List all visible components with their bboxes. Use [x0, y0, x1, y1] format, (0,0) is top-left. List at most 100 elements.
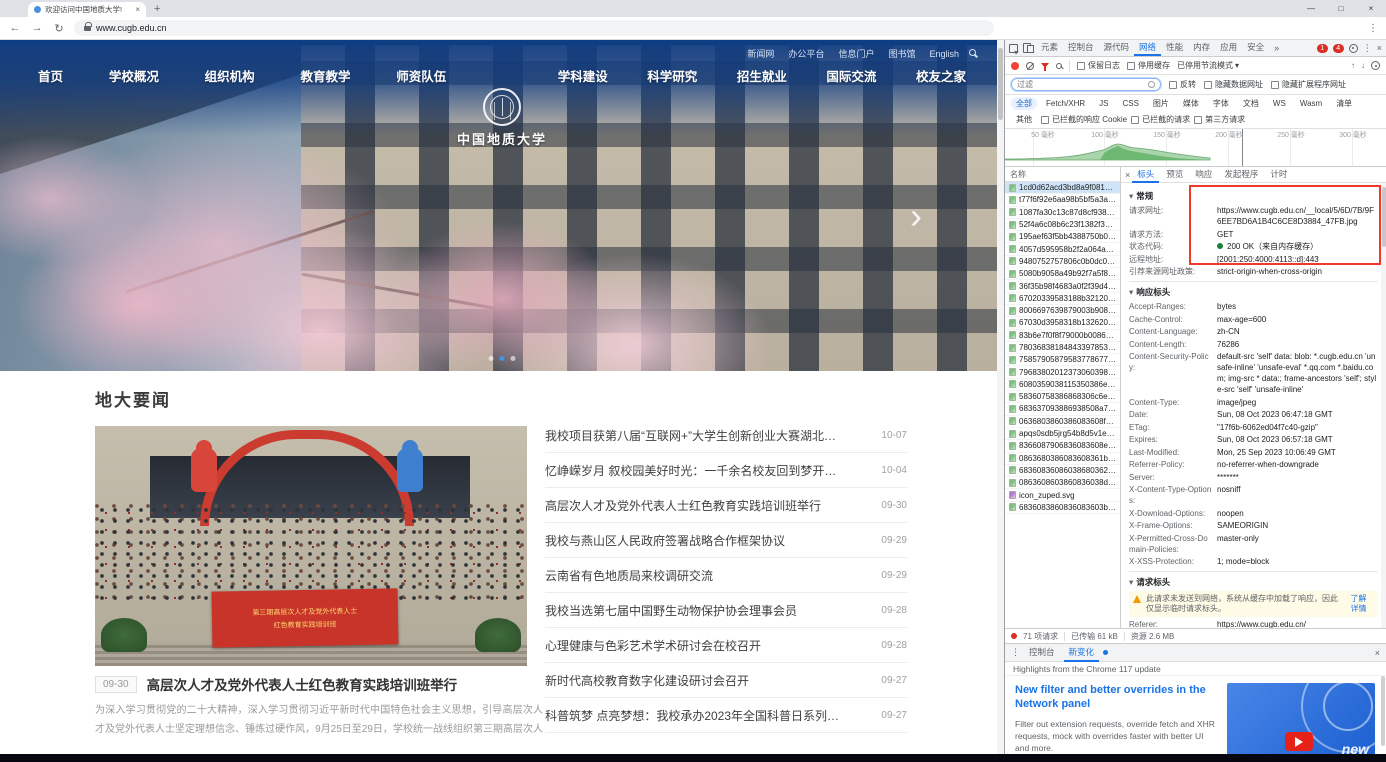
request-row[interactable]: 8366087906836083608e3d2c5a1b7f.jpg — [1005, 440, 1120, 452]
back-button[interactable]: ← — [8, 22, 22, 34]
devtools-tab[interactable]: 安全 — [1242, 40, 1269, 56]
device-toolbar-icon[interactable] — [1023, 43, 1031, 53]
request-row[interactable]: 1087fa30c13c87d8cf9387b8f79a4e.jpg — [1005, 207, 1120, 219]
request-row[interactable]: 4057d595958b2f2a064a2571ab0e36.png — [1005, 243, 1120, 255]
detail-tab[interactable]: 发起程序 — [1219, 167, 1263, 183]
request-headers-section-header[interactable]: ▾请求标头 — [1129, 576, 1378, 588]
type-filter-chip[interactable]: 其他 — [1011, 113, 1037, 126]
type-filter-chip[interactable]: 图片 — [1148, 97, 1174, 110]
blocked-filter-checkbox[interactable]: 第三方请求 — [1194, 114, 1245, 125]
devtools-tab[interactable]: 控制台 — [1063, 40, 1099, 56]
detail-scrollbar-thumb[interactable] — [1382, 187, 1386, 247]
devtools-tab[interactable]: 元素 — [1036, 40, 1063, 56]
browser-menu-icon[interactable]: ⋮ — [1368, 23, 1378, 34]
nav-item[interactable]: 校友之家 — [916, 66, 966, 85]
featured-news-title[interactable]: 高层次人才及党外代表人士红色教育实践培训班举行 — [147, 674, 458, 694]
address-bar[interactable]: www.cugb.edu.cn — [74, 20, 994, 36]
carousel-next-arrow[interactable]: › — [910, 198, 922, 234]
minimize-button[interactable]: — — [1296, 0, 1326, 17]
record-icon[interactable] — [1011, 62, 1019, 70]
page-scrollbar[interactable] — [997, 40, 1004, 754]
response-headers-section-header[interactable]: ▾响应标头 — [1129, 286, 1378, 298]
news-list-item[interactable]: 心理健康与色彩艺术学术研讨会在校召开 09-28 — [545, 628, 907, 663]
maximize-button[interactable]: □ — [1326, 0, 1356, 17]
carousel-dot-active[interactable] — [500, 356, 505, 361]
news-title[interactable]: 我校项目获第八届“互联网+”大学生创新创业大赛湖北区域赛一等奖 — [545, 427, 845, 444]
request-row[interactable]: t77f6f92e6aa98b5bf5a3a57b60e24c1.jpg — [1005, 194, 1120, 206]
news-list-item[interactable]: 忆峥嵘岁月 叙校园美好时光：一千余名校友回到梦开始的地方 10-04 — [545, 453, 907, 488]
browser-tab[interactable]: 欢迎访问中国地质大学! × — [28, 2, 146, 17]
inspect-element-icon[interactable] — [1009, 44, 1018, 53]
detail-close-icon[interactable]: × — [1125, 170, 1130, 180]
error-badge[interactable]: 1 — [1317, 44, 1328, 53]
news-list-item[interactable]: 科普筑梦 点亮梦想：我校承办2023年全国科普日系列活动 09-27 — [545, 698, 907, 733]
devtools-tab[interactable]: 源代码 — [1099, 40, 1135, 56]
devtools-close-icon[interactable]: × — [1377, 43, 1382, 53]
nav-item[interactable]: 师资队伍 — [396, 66, 446, 85]
hide-extension-urls-checkbox[interactable]: 隐藏扩展程序网址 — [1271, 79, 1346, 90]
nav-item[interactable]: 学科建设 — [558, 66, 608, 85]
news-title[interactable]: 我校当选第七届中国野生动物保护协会理事会员 — [545, 602, 797, 619]
news-title[interactable]: 高层次人才及党外代表人士红色教育实践培训班举行 — [545, 497, 821, 514]
hide-data-urls-checkbox[interactable]: 隐藏数据网址 — [1204, 79, 1263, 90]
request-row[interactable]: 67020339583188b32120725b8e4f9a.jpg — [1005, 293, 1120, 305]
network-settings-icon[interactable] — [1371, 61, 1380, 70]
nav-item[interactable]: 国际交流 — [826, 66, 876, 85]
detail-tab[interactable]: 预览 — [1161, 167, 1188, 183]
type-filter-chip[interactable]: 清单 — [1331, 97, 1357, 110]
search-icon[interactable] — [969, 49, 976, 56]
clear-icon[interactable] — [1026, 62, 1034, 70]
utility-link[interactable]: 办公平台 — [788, 47, 824, 60]
filter-input-box[interactable] — [1011, 78, 1161, 91]
drawer-scrollbar-thumb[interactable] — [1381, 676, 1385, 746]
filter-funnel-icon[interactable] — [1041, 63, 1049, 68]
request-row[interactable]: 36f35b98f4683a0f2f39d4861c2e7b.jpg — [1005, 280, 1120, 292]
forward-button[interactable]: → — [30, 22, 44, 34]
network-overview-timeline[interactable]: 50 毫秒100 毫秒150 毫秒200 毫秒250 毫秒300 毫秒 — [1005, 129, 1386, 167]
type-filter-chip[interactable]: Fetch/XHR — [1041, 98, 1090, 109]
devtools-tab[interactable]: 网络 — [1134, 40, 1161, 56]
request-row[interactable]: 58360758386868306c6edf013a8b5c.jpg — [1005, 391, 1120, 403]
news-list-item[interactable]: 我校项目获第八届“互联网+”大学生创新创业大赛湖北区域赛一等奖 10-07 — [545, 418, 907, 453]
request-row[interactable]: 75857905879583778677838a6c2f1e.jpg — [1005, 354, 1120, 366]
learn-more-link[interactable]: 了解详情 — [1351, 594, 1374, 614]
close-button[interactable]: × — [1356, 0, 1386, 17]
type-filter-chip[interactable]: 字体 — [1208, 97, 1234, 110]
filter-clear-icon[interactable] — [1148, 81, 1155, 88]
carousel-dot[interactable] — [511, 356, 516, 361]
filter-input[interactable] — [1017, 80, 1144, 89]
page-scrollbar-thumb[interactable] — [998, 48, 1003, 120]
import-har-icon[interactable]: ↑ — [1351, 61, 1355, 70]
news-title[interactable]: 心理健康与色彩艺术学术研讨会在校召开 — [545, 637, 761, 654]
invert-checkbox[interactable]: 反转 — [1169, 79, 1196, 90]
nav-item[interactable]: 教育教学 — [300, 66, 350, 85]
general-section-header[interactable]: ▾常规 — [1129, 190, 1378, 202]
more-tabs-icon[interactable]: » — [1274, 43, 1279, 53]
new-tab-button[interactable]: + — [154, 3, 160, 17]
featured-news-photo[interactable]: 第三期高层次人才及党外代表人士 红色教育实践培训班 — [95, 426, 527, 666]
detail-tab[interactable]: 标头 — [1132, 167, 1159, 183]
news-title[interactable]: 科普筑梦 点亮梦想：我校承办2023年全国科普日系列活动 — [545, 707, 845, 724]
drawer-tab[interactable]: 控制台 — [1024, 644, 1060, 662]
nav-item[interactable]: 招生就业 — [737, 66, 787, 85]
request-row[interactable]: 0863608603860836038d7e1f4b2c6a.jpg — [1005, 477, 1120, 489]
request-row[interactable]: 6080359038115350386e4a2c9d7b1f.png — [1005, 379, 1120, 391]
nav-item[interactable]: 组织机构 — [205, 66, 255, 85]
detail-tab[interactable]: 响应 — [1190, 167, 1217, 183]
utility-link[interactable]: 图书馆 — [888, 47, 915, 60]
news-list-item[interactable]: 新时代高校教育数字化建设研讨会召开 09-27 — [545, 663, 907, 698]
request-row[interactable]: 7803683818484339785355f92b6e4d.jpg — [1005, 342, 1120, 354]
tab-close-icon[interactable]: × — [135, 6, 140, 14]
devtools-tab[interactable]: 性能 — [1161, 40, 1188, 56]
request-row[interactable]: 68360836086038680362c8d97e5f1a.jpg — [1005, 465, 1120, 477]
news-title[interactable]: 我校与燕山区人民政府签署战略合作框架协议 — [545, 532, 785, 549]
preserve-log-checkbox[interactable]: 保留日志 — [1077, 60, 1120, 71]
request-row[interactable]: 0636803860386083608f7e6d2c4b8a.jpg — [1005, 416, 1120, 428]
nav-item[interactable]: 科学研究 — [647, 66, 697, 85]
type-filter-chip[interactable]: 媒体 — [1178, 97, 1204, 110]
blocked-filter-checkbox[interactable]: 已拦截的响应 Cookie — [1041, 114, 1127, 125]
devtools-settings-icon[interactable] — [1349, 44, 1358, 53]
devtools-tab[interactable]: 应用 — [1215, 40, 1242, 56]
university-logo[interactable]: 中国地质大学 — [457, 88, 547, 148]
drawer-menu-icon[interactable]: ⋮ — [1011, 647, 1020, 658]
